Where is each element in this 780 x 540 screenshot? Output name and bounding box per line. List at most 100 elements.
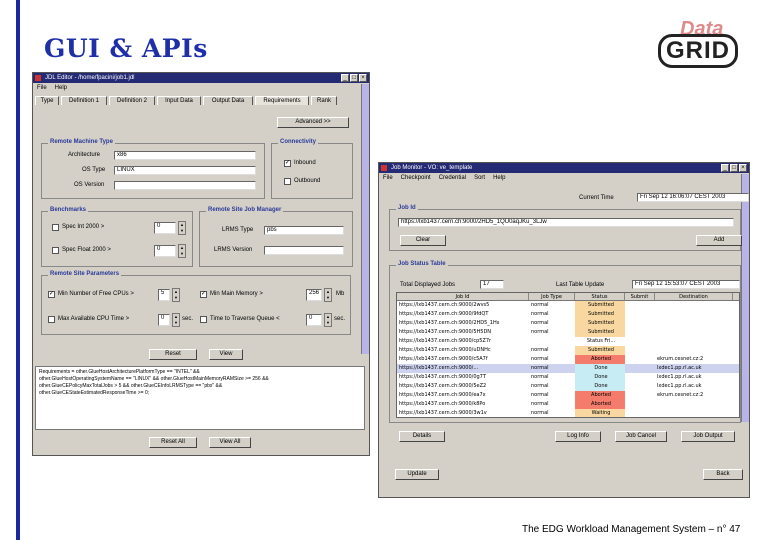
lrms-version-field[interactable] [264, 246, 344, 255]
menu-help[interactable]: Help [493, 173, 505, 183]
spec-float-checkbox[interactable] [52, 247, 59, 254]
close-icon[interactable]: × [739, 164, 747, 172]
table-row[interactable]: https://lxb1437.cern.ch:9000/5eZ2 normal D… [397, 382, 739, 391]
menu-sort[interactable]: Sort [474, 173, 485, 183]
time-traverse-checkbox[interactable] [200, 316, 207, 323]
spec-float-spinner[interactable]: ▲ ▼ [178, 244, 186, 258]
spec-float-field[interactable]: 0 [154, 245, 176, 257]
update-button[interactable]: Update [395, 469, 439, 480]
cell-status: Aborted [575, 391, 625, 400]
column-header-status[interactable]: Status [575, 293, 625, 300]
tab-requirements[interactable]: Requirements [255, 96, 309, 105]
spec-int-field[interactable]: 0 [154, 222, 176, 234]
table-row[interactable]: https://lxb1437.cern.ch:9000/ea7x normal A… [397, 391, 739, 400]
cell-status: Status Fri... [586, 338, 616, 344]
table-row[interactable]: https://lxb1437.cern.ch:9000/2wvs5 normal… [397, 301, 739, 310]
table-row[interactable]: https://lxb1437.cern.ch:9000/0g7T normal D… [397, 373, 739, 382]
min-memory-spinner[interactable]: ▲ ▼ [324, 288, 332, 302]
table-row[interactable]: https://lxb1437.cern.ch:9000/... normal Do… [397, 364, 739, 373]
min-cpus-spinner[interactable]: ▲ ▼ [172, 288, 180, 302]
time-traverse-label: Time to Traverse Queue < [210, 316, 280, 322]
minimize-icon[interactable]: _ [341, 74, 349, 82]
table-body: https://lxb1437.cern.ch:9000/2wvs5 normal… [397, 301, 739, 417]
min-cpus-checkbox[interactable]: ✓ [48, 291, 55, 298]
view-button[interactable]: View [209, 349, 243, 360]
table-row[interactable]: https://lxb1437.cern.ch:9000/cp5Z7r Statu… [397, 337, 739, 346]
column-header-destination[interactable]: Destination [655, 293, 733, 300]
job-cancel-button[interactable]: Job Cancel [615, 431, 667, 442]
advanced-button[interactable]: Advanced >> [277, 117, 349, 128]
menu-checkpoint[interactable]: Checkpoint [401, 173, 431, 183]
editor-vertical-scrollbar[interactable] [361, 84, 369, 354]
tab-rank[interactable]: Rank [311, 96, 337, 105]
requirements-line: other.GlueCEPolicyMaxTotalJobs > 5 && ot… [39, 383, 223, 389]
table-row[interactable]: https://lxb1437.cern.ch:9000/9fdQT normal… [397, 310, 739, 319]
column-header-job-id[interactable]: Job Id [397, 293, 529, 300]
tab-type[interactable]: Type [35, 96, 59, 105]
reset-button[interactable]: Reset [149, 349, 197, 360]
view-all-button[interactable]: View All [209, 437, 251, 448]
menu-file[interactable]: File [383, 173, 393, 183]
site-parameters-group: Remote Site Parameters ✓ Min Number of F… [41, 271, 351, 335]
menu-file[interactable]: File [37, 83, 47, 93]
log-info-button[interactable]: Log Info [555, 431, 601, 442]
jdl-editor-titlebar[interactable]: JDL Editor - /home/fpacini/job1.jdl _ □ … [33, 73, 369, 83]
menu-help[interactable]: Help [55, 83, 67, 93]
minimize-icon[interactable]: _ [721, 164, 729, 172]
connectivity-group: Connectivity ✓ Inbound Outbound [271, 139, 353, 199]
requirements-text-area[interactable]: Requirements = other.GlueHostArchitectur… [35, 366, 365, 430]
back-button[interactable]: Back [703, 469, 743, 480]
job-id-field[interactable]: https://lxb1437.cern.ch:9000/2HD5_1QU0aq… [398, 218, 734, 227]
cell-destination: lxdec1.pp.rl.ac.uk [657, 383, 702, 389]
max-cpu-time-checkbox[interactable] [48, 316, 55, 323]
table-row[interactable]: https://lxb1437.cern.ch:9000/uDNHc normal… [397, 346, 739, 355]
table-row[interactable]: https://lxb1437.cern.ch:9000/2HD5_1Hs nor… [397, 319, 739, 328]
table-row[interactable]: https://lxb1437.cern.ch:9000/3w1v normal W… [397, 409, 739, 417]
os-type-field[interactable]: LINUX [114, 166, 256, 175]
menu-credential[interactable]: Credential [439, 173, 466, 183]
job-output-button[interactable]: Job Output [681, 431, 735, 442]
maximize-icon[interactable]: □ [730, 164, 738, 172]
requirements-line: Requirements = other.GlueHostArchitectur… [39, 369, 200, 375]
job-monitor-titlebar[interactable]: Job Monitor - VO: ve_template _ □ × [379, 163, 749, 173]
min-memory-checkbox[interactable]: ✓ [200, 291, 207, 298]
min-memory-field[interactable]: 256 [306, 289, 322, 301]
time-traverse-spinner[interactable]: ▲ ▼ [324, 313, 332, 327]
table-header: Job Id Job Type Status Submit Destinatio… [397, 293, 739, 301]
add-button[interactable]: Add [696, 235, 742, 246]
reset-all-button[interactable]: Reset All [149, 437, 197, 448]
inbound-checkbox[interactable]: ✓ [284, 160, 291, 167]
maximize-icon[interactable]: □ [350, 74, 358, 82]
benchmarks-group: Benchmarks Spec Int 2000 > 0 ▲ ▼ Spec Flo… [41, 207, 193, 267]
tab-input-data[interactable]: Input Data [157, 96, 201, 105]
cell-status: Aborted [575, 400, 625, 409]
tab-definition-1[interactable]: Definition 1 [61, 96, 107, 105]
min-cpus-field[interactable]: 5 [158, 289, 170, 301]
max-cpu-time-spinner[interactable]: ▲ ▼ [172, 313, 180, 327]
table-row[interactable]: https://lxb1437.cern.ch:9000/5H5DN normal… [397, 328, 739, 337]
time-traverse-field[interactable]: 0 [306, 314, 322, 326]
tab-output-data[interactable]: Output Data [203, 96, 253, 105]
cell-job-id: https://lxb1437.cern.ch:9000/5eZ2 [399, 383, 487, 389]
cell-job-type: normal [531, 329, 549, 335]
spec-int-spinner[interactable]: ▲ ▼ [178, 221, 186, 235]
lrms-type-field[interactable]: pbs [264, 226, 344, 235]
table-row[interactable]: https://lxb1437.cern.ch:9000/c5A7f normal… [397, 355, 739, 364]
job-manager-group: Remote Site Job Manager LRMS Type pbs LR… [199, 207, 353, 267]
clear-button[interactable]: Clear [400, 235, 446, 246]
spec-int-checkbox[interactable] [52, 224, 59, 231]
max-cpu-time-field[interactable]: 0 [158, 314, 170, 326]
table-row[interactable]: https://lxb1437.cern.ch:9000/k8Po normal A… [397, 400, 739, 409]
column-header-submit[interactable]: Submit [625, 293, 655, 300]
cell-destination [655, 310, 733, 319]
architecture-field[interactable]: x86 [114, 151, 256, 160]
monitor-vertical-scrollbar[interactable] [741, 174, 749, 422]
close-icon[interactable]: × [359, 74, 367, 82]
details-button[interactable]: Details [399, 431, 445, 442]
cell-destination [655, 337, 733, 346]
cell-job-id: https://lxb1437.cern.ch:9000/0g7T [399, 374, 486, 380]
os-version-field[interactable] [114, 181, 256, 190]
column-header-job-type[interactable]: Job Type [529, 293, 575, 300]
tab-definition-2[interactable]: Definition 2 [109, 96, 155, 105]
outbound-checkbox[interactable] [284, 178, 291, 185]
